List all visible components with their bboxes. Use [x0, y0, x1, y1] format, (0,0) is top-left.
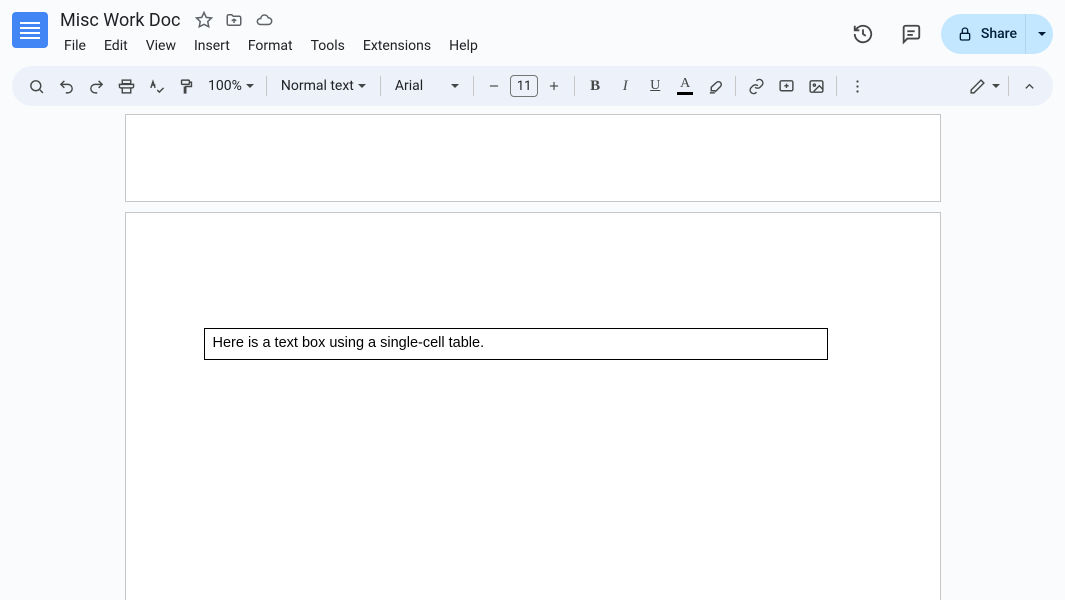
separator: [735, 76, 736, 96]
more-options-icon[interactable]: [843, 72, 871, 100]
menu-tools[interactable]: Tools: [303, 34, 353, 58]
chevron-down-icon: [358, 84, 366, 88]
menu-edit[interactable]: Edit: [96, 34, 136, 58]
share-button[interactable]: Share: [941, 14, 1053, 54]
zoom-select[interactable]: 100%: [202, 72, 260, 100]
collapse-toolbar-icon[interactable]: [1015, 72, 1043, 100]
font-family-select[interactable]: Arial: [387, 72, 467, 100]
menu-extensions[interactable]: Extensions: [355, 34, 439, 58]
style-value: Normal text: [281, 78, 354, 94]
insert-image-icon[interactable]: [802, 72, 830, 100]
separator: [473, 76, 474, 96]
spellcheck-icon[interactable]: [142, 72, 170, 100]
chevron-down-icon: [992, 84, 1000, 88]
insert-link-icon[interactable]: [742, 72, 770, 100]
share-dropdown-icon[interactable]: [1025, 14, 1053, 54]
underline-button[interactable]: U: [641, 72, 669, 100]
star-icon[interactable]: [194, 10, 214, 30]
folder-move-icon[interactable]: [224, 10, 244, 30]
italic-button[interactable]: I: [611, 72, 639, 100]
undo-icon[interactable]: [52, 72, 80, 100]
search-icon[interactable]: [22, 72, 50, 100]
paint-format-icon[interactable]: [172, 72, 200, 100]
decrease-font-size-icon[interactable]: [480, 72, 508, 100]
menu-format[interactable]: Format: [240, 34, 301, 58]
menu-file[interactable]: File: [56, 34, 94, 58]
menu-bar: File Edit View Insert Format Tools Exten…: [56, 34, 837, 58]
page-2[interactable]: Here is a text box using a single-cell t…: [125, 212, 941, 600]
print-icon[interactable]: [112, 72, 140, 100]
separator: [380, 76, 381, 96]
menu-insert[interactable]: Insert: [186, 34, 238, 58]
comment-icon[interactable]: [893, 16, 929, 52]
separator: [836, 76, 837, 96]
redo-icon[interactable]: [82, 72, 110, 100]
increase-font-size-icon[interactable]: [540, 72, 568, 100]
separator: [574, 76, 575, 96]
cloud-status-icon[interactable]: [254, 10, 274, 30]
share-label: Share: [981, 26, 1017, 42]
docs-logo[interactable]: [12, 12, 48, 48]
app-header: Misc Work Doc File Edit View Insert Form…: [0, 0, 1065, 58]
lock-icon: [957, 26, 973, 42]
document-canvas[interactable]: Here is a text box using a single-cell t…: [0, 114, 1065, 600]
zoom-value: 100%: [208, 78, 242, 94]
separator: [266, 76, 267, 96]
add-comment-icon[interactable]: [772, 72, 800, 100]
font-size-input[interactable]: 11: [510, 75, 538, 97]
chevron-down-icon: [246, 84, 254, 88]
bold-button[interactable]: B: [581, 72, 609, 100]
single-cell-table-textbox[interactable]: Here is a text box using a single-cell t…: [204, 328, 828, 360]
toolbar: 100% Normal text Arial 11 B I: [12, 66, 1053, 106]
font-value: Arial: [395, 78, 423, 94]
separator: [1008, 76, 1009, 96]
editing-mode-button[interactable]: [967, 72, 1002, 100]
menu-help[interactable]: Help: [441, 34, 486, 58]
history-icon[interactable]: [845, 16, 881, 52]
paragraph-style-select[interactable]: Normal text: [273, 72, 374, 100]
chevron-down-icon: [451, 84, 459, 88]
menu-view[interactable]: View: [138, 34, 184, 58]
page-1[interactable]: [125, 114, 941, 202]
highlight-color-button[interactable]: [701, 72, 729, 100]
text-color-button[interactable]: A: [671, 72, 699, 100]
document-title[interactable]: Misc Work Doc: [56, 10, 184, 31]
